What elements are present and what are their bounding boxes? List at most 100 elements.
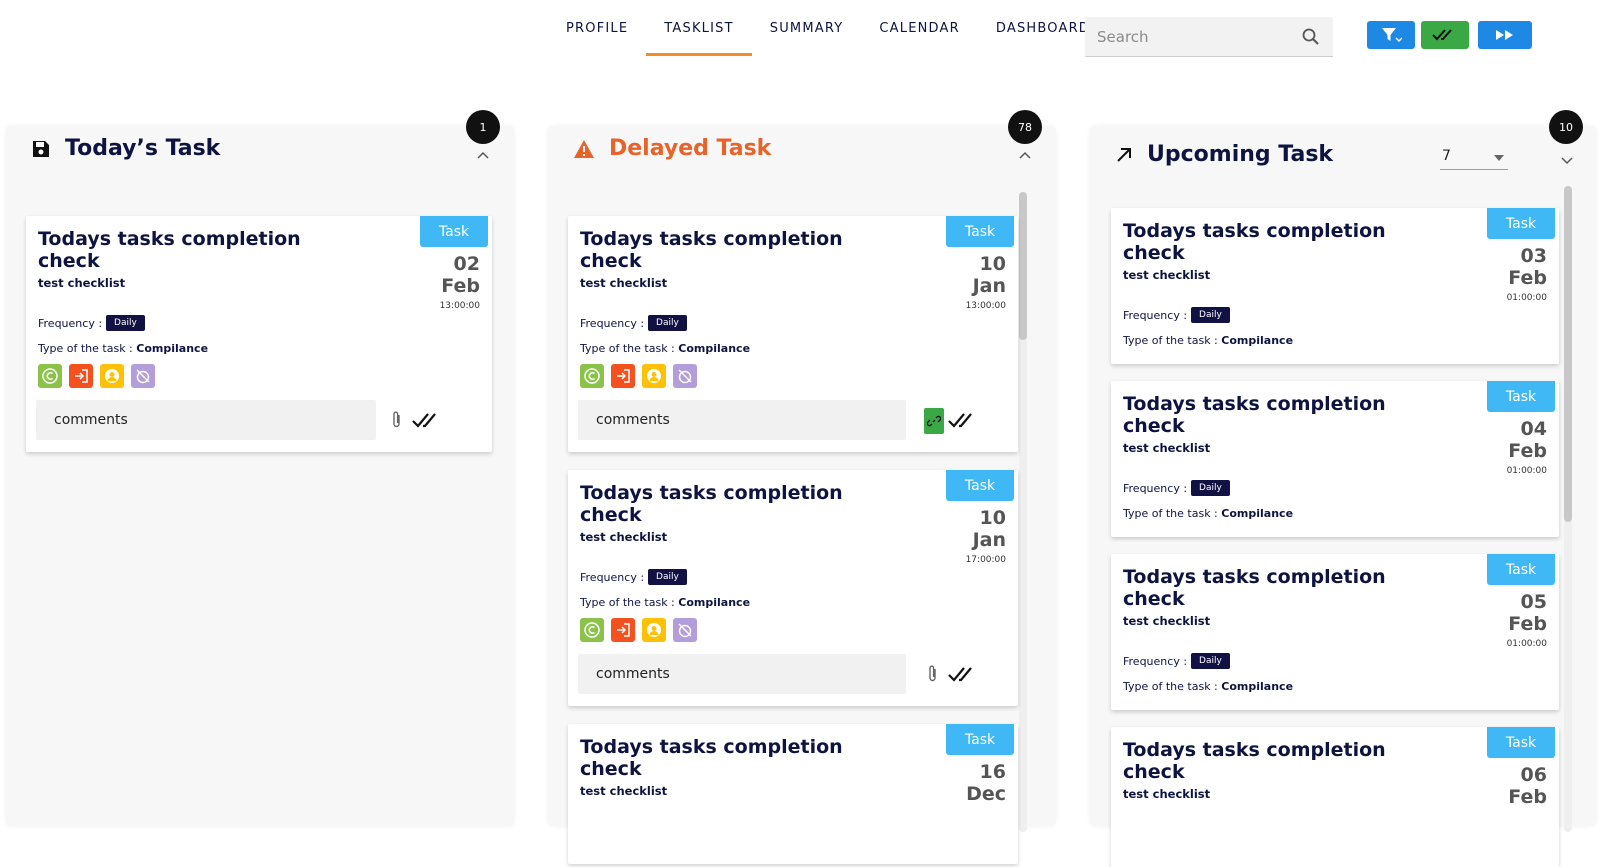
user-icon[interactable] <box>642 618 666 642</box>
task-card[interactable]: Task Todays tasks completion check test … <box>1111 554 1559 710</box>
task-tag: Task <box>1487 554 1555 585</box>
frequency-label: Frequency : <box>580 570 645 584</box>
task-day: 10 <box>979 507 1006 529</box>
comments-field[interactable]: comments <box>578 400 906 440</box>
task-tag: Task <box>1487 208 1555 239</box>
link-button[interactable] <box>924 408 944 434</box>
task-subtitle: test checklist <box>1123 441 1211 455</box>
task-time: 01:00:00 <box>1506 293 1547 303</box>
column-title: Today’s Task <box>65 136 221 161</box>
days-range-select[interactable]: 7 <box>1440 148 1508 170</box>
search-input[interactable] <box>1097 27 1297 46</box>
task-card[interactable]: Task Todays tasks completion check test … <box>1111 381 1559 537</box>
scrollbar[interactable] <box>1019 192 1027 832</box>
column-header: Today’s Task <box>31 136 220 161</box>
task-card[interactable]: Task Todays tasks completion check test … <box>1111 727 1559 867</box>
tab-tasklist[interactable]: TASKLIST <box>646 0 753 56</box>
login-icon[interactable] <box>69 364 93 388</box>
task-month: Jan <box>972 275 1006 297</box>
task-month: Dec <box>966 783 1006 805</box>
user-icon[interactable] <box>100 364 124 388</box>
days-range-value: 7 <box>1442 148 1451 164</box>
task-type-value: Compilance <box>678 596 751 609</box>
task-type-row: Type of the task : Compilance <box>580 342 750 355</box>
column-upcoming-task: 10 Upcoming Task 7 Task Todays tasks com… <box>1090 110 1596 867</box>
login-icon[interactable] <box>611 618 635 642</box>
task-month: Feb <box>1508 440 1547 462</box>
task-type-value: Compilance <box>1221 334 1294 347</box>
login-icon[interactable] <box>611 364 635 388</box>
task-time: 13:00:00 <box>965 301 1006 311</box>
task-subtitle: test checklist <box>580 276 668 290</box>
task-type-label: Type of the task : <box>1123 680 1218 693</box>
column-header: Upcoming Task <box>1115 142 1333 167</box>
task-date: 06 Feb <box>1508 765 1547 809</box>
frequency-label: Frequency : <box>38 316 103 330</box>
task-time: 13:00:00 <box>439 301 480 311</box>
chevron-up-icon[interactable] <box>1018 150 1032 160</box>
task-subtitle: test checklist <box>580 784 668 798</box>
task-time: 01:00:00 <box>1506 639 1547 649</box>
attachment-icon[interactable] <box>926 664 940 684</box>
task-card[interactable]: Task Todays tasks completion check test … <box>26 216 492 452</box>
task-type-label: Type of the task : <box>1123 334 1218 347</box>
filter-icon <box>1382 28 1402 43</box>
scrollbar[interactable] <box>1564 186 1572 832</box>
chevron-down-icon[interactable] <box>1560 156 1574 166</box>
task-type-value: Compilance <box>678 342 751 355</box>
task-card[interactable]: Task Todays tasks completion check test … <box>568 470 1018 706</box>
task-tag: Task <box>946 724 1014 755</box>
task-date: 02 Feb 13:00:00 <box>439 254 480 312</box>
task-title: Todays tasks completion check <box>38 228 301 272</box>
c-badge-icon[interactable] <box>580 618 604 642</box>
double-check-icon[interactable] <box>948 412 980 430</box>
task-date: 10 Jan 13:00:00 <box>965 254 1006 312</box>
fast-forward-button[interactable] <box>1478 21 1532 49</box>
save-icon <box>33 140 49 157</box>
task-month: Jan <box>972 529 1006 551</box>
chevron-up-icon[interactable] <box>476 150 490 160</box>
user-icon[interactable] <box>642 364 666 388</box>
count-badge: 1 <box>466 110 500 144</box>
c-badge-icon[interactable] <box>580 364 604 388</box>
action-icons <box>38 364 155 388</box>
scrollbar-thumb[interactable] <box>1564 186 1572 522</box>
attachment-icon[interactable] <box>390 410 404 430</box>
task-card[interactable]: Task Todays tasks completion check test … <box>568 724 1018 864</box>
task-month: Feb <box>1508 267 1547 289</box>
alarm-off-icon[interactable] <box>673 618 697 642</box>
task-tag: Task <box>1487 727 1555 758</box>
task-title: Todays tasks completion check <box>580 482 843 526</box>
frequency-label: Frequency : <box>1123 481 1188 495</box>
link-icon <box>927 415 941 427</box>
task-card[interactable]: Task Todays tasks completion check test … <box>1111 208 1559 364</box>
double-check-icon[interactable] <box>412 412 444 430</box>
comments-field[interactable]: comments <box>578 654 906 694</box>
double-check-icon[interactable] <box>948 666 980 684</box>
c-badge-icon[interactable] <box>38 364 62 388</box>
tab-calendar[interactable]: CALENDAR <box>861 0 977 56</box>
task-tag: Task <box>420 216 488 247</box>
comments-field[interactable]: comments <box>36 400 376 440</box>
alarm-off-icon[interactable] <box>131 364 155 388</box>
mark-complete-button[interactable] <box>1421 21 1469 49</box>
task-type-value: Compilance <box>136 342 209 355</box>
task-type-row: Type of the task : Compilance <box>1123 680 1293 693</box>
tab-profile[interactable]: PROFILE <box>548 0 646 56</box>
search-box <box>1085 17 1333 57</box>
task-date: 10 Jan 17:00:00 <box>966 507 1006 566</box>
search-icon[interactable] <box>1301 27 1321 47</box>
alarm-off-icon[interactable] <box>673 364 697 388</box>
tab-summary[interactable]: SUMMARY <box>752 0 862 56</box>
task-subtitle: test checklist <box>1123 614 1211 628</box>
task-type-row: Type of the task : Compilance <box>38 342 208 355</box>
task-type-label: Type of the task : <box>580 596 675 609</box>
task-month: Feb <box>1508 786 1547 808</box>
count-badge: 10 <box>1549 110 1583 144</box>
task-type-label: Type of the task : <box>38 342 133 355</box>
scrollbar-thumb[interactable] <box>1019 192 1027 340</box>
task-month: Feb <box>1508 613 1547 635</box>
task-card[interactable]: Task Todays tasks completion check test … <box>568 216 1018 452</box>
filter-button[interactable] <box>1367 21 1415 49</box>
task-date: 16 Dec <box>966 762 1006 806</box>
